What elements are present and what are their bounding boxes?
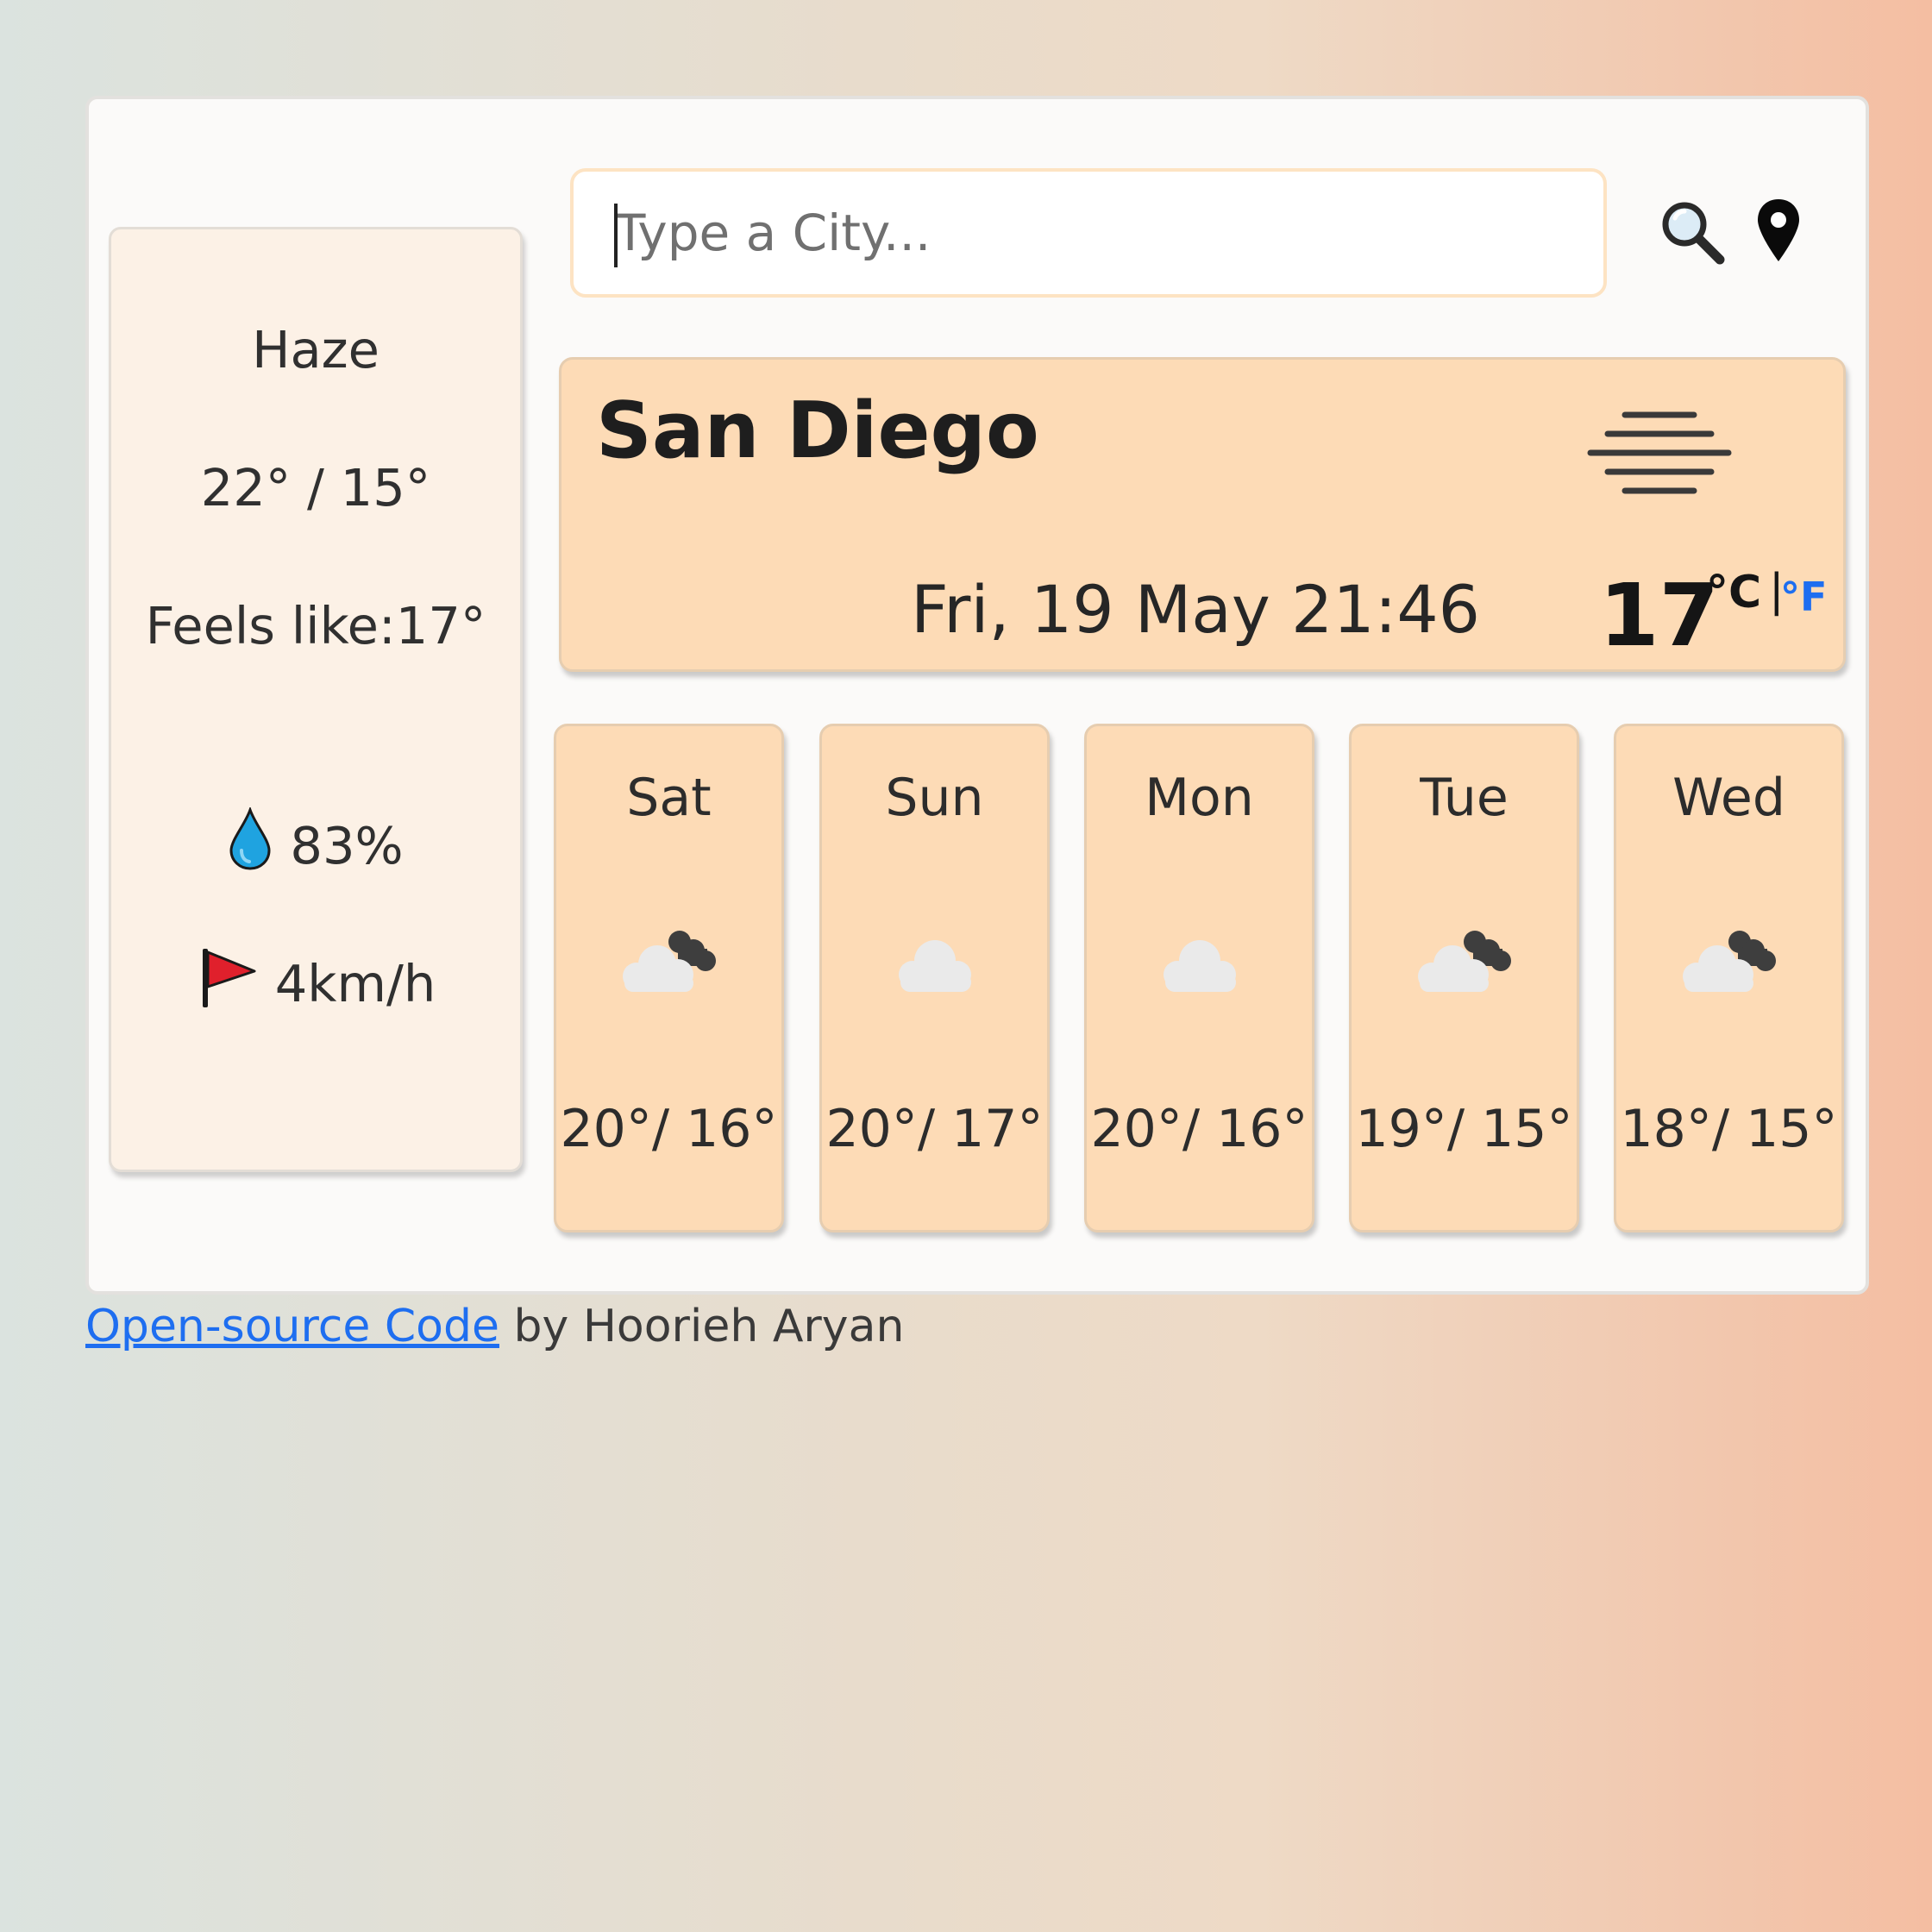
broken-clouds-icon	[1616, 926, 1841, 995]
forecast-day: Mon	[1145, 768, 1254, 828]
feels-like-temperature: Feels like:17°	[145, 596, 486, 656]
cloud-icon	[822, 926, 1047, 995]
forecast-temps: 20°/ 16°	[1090, 1099, 1308, 1159]
forecast-card-sat: Sat 20°/ 16°	[554, 724, 784, 1233]
water-drop-icon	[228, 806, 273, 883]
condition-label: Haze	[252, 320, 380, 380]
humidity-value: 83%	[290, 815, 404, 875]
forecast-temps: 18°/ 15°	[1620, 1099, 1838, 1159]
cloud-icon	[1087, 926, 1312, 995]
text-cursor	[614, 204, 618, 267]
forecast-day: Tue	[1420, 768, 1509, 828]
forecast-day: Sat	[626, 768, 712, 828]
today-summary-panel: Haze 22° / 15° Feels like:17° 83% 4km/h	[109, 227, 523, 1172]
wind-speed-value: 4km/h	[274, 953, 436, 1013]
forecast-temps: 20°/ 17°	[825, 1099, 1044, 1159]
humidity-row: 83%	[111, 806, 520, 883]
search-icon	[1656, 196, 1728, 272]
weather-app-card: Haze 22° / 15° Feels like:17° 83% 4km/h	[85, 96, 1869, 1295]
forecast-card-tue: Tue 19°/ 15°	[1349, 724, 1579, 1233]
map-pin-icon	[1754, 196, 1803, 272]
footer-author: by Hoorieh Aryan	[499, 1301, 905, 1352]
current-temperature: 17	[1599, 565, 1720, 666]
forecast-card-mon: Mon 20°/ 16°	[1084, 724, 1314, 1233]
current-location-button[interactable]	[1754, 198, 1803, 270]
fahrenheit-toggle[interactable]: °F	[1780, 574, 1827, 620]
wind-row: 4km/h	[111, 945, 520, 1021]
search-button[interactable]	[1656, 198, 1728, 270]
high-low-temperature: 22° / 15°	[200, 458, 431, 518]
city-name: San Diego	[596, 386, 1039, 476]
haze-icon	[1584, 403, 1739, 510]
broken-clouds-icon	[556, 926, 781, 995]
current-datetime: Fri, 19 May 21:46	[911, 571, 1481, 648]
forecast-card-wed: Wed 18°/ 15°	[1614, 724, 1844, 1233]
celsius-toggle[interactable]: °C	[1706, 567, 1761, 618]
flag-icon	[196, 945, 258, 1021]
open-source-code-link[interactable]: Open-source Code	[85, 1301, 499, 1352]
broken-clouds-icon	[1352, 926, 1577, 995]
current-weather-card: San Diego Fri, 19 May 21:46 17 °C | °F	[559, 357, 1846, 672]
forecast-card-sun: Sun 20°/ 17°	[819, 724, 1050, 1233]
forecast-temps: 20°/ 16°	[560, 1099, 778, 1159]
forecast-day: Sun	[885, 768, 984, 828]
footer-credit: Open-source Code by Hoorieh Aryan	[85, 1301, 904, 1352]
city-search-input[interactable]	[570, 168, 1607, 298]
forecast-temps: 19°/ 15°	[1355, 1099, 1573, 1159]
forecast-day: Wed	[1672, 768, 1785, 828]
